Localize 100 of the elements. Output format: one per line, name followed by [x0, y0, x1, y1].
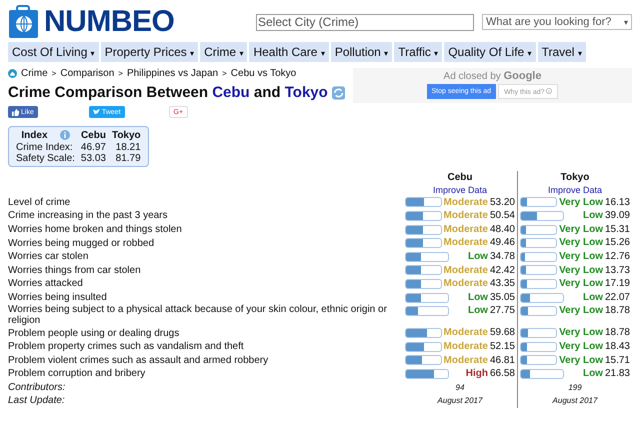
- row-label: Problem people using or dealing drugs: [8, 328, 180, 339]
- score-value: 48.40: [490, 222, 515, 236]
- nav-menu-item[interactable]: Traffic ▾: [394, 42, 442, 62]
- city-search-field[interactable]: Select City (Crime): [256, 14, 474, 30]
- score-value: 66.58: [490, 367, 515, 381]
- score-value: 42.42: [490, 264, 515, 278]
- column-header: Tokyo: [112, 130, 141, 141]
- score-bar: [520, 197, 558, 208]
- score-value: 17.19: [604, 277, 630, 291]
- score-value: 34.78: [490, 250, 515, 264]
- nav-menu-item[interactable]: Health Care ▾: [249, 42, 329, 62]
- table-cell-text: Safety Scale:: [15, 153, 76, 164]
- suitcase-globe-icon: [8, 5, 40, 39]
- row-label: Worries being mugged or robbed: [8, 238, 156, 249]
- score-bar: [405, 328, 442, 338]
- lookup-dropdown[interactable]: What are you looking for? ▾: [482, 14, 632, 30]
- home-icon[interactable]: [8, 69, 17, 78]
- score-value: 46.81: [490, 354, 515, 368]
- score-bar: [520, 328, 558, 338]
- column-header: Index: [21, 130, 48, 141]
- rating-label: Very Low: [559, 354, 603, 368]
- rating-label: Very Low: [559, 222, 603, 236]
- rating-label: Moderate: [444, 326, 488, 340]
- nav-menu-item[interactable]: Pollution ▾: [330, 42, 392, 62]
- footer-value: August 2017: [436, 395, 484, 408]
- nav-menu-item[interactable]: Cost Of Living ▾: [8, 42, 99, 62]
- score-value: 15.71: [604, 354, 630, 368]
- score-value: 18.78: [604, 326, 630, 340]
- rating-label: Low: [582, 209, 603, 223]
- score-value: 18.43: [604, 340, 630, 354]
- score-value: 12.76: [604, 250, 630, 264]
- score-bar: [520, 252, 558, 262]
- score-bar: [520, 224, 558, 235]
- page-title: Crime Comparison Between Cebu and Tokyo: [8, 84, 328, 101]
- info-icon: [546, 88, 552, 94]
- rating-label: Low: [582, 290, 603, 304]
- footer-value: 199: [567, 382, 583, 394]
- score-bar: [405, 238, 442, 248]
- breadcrumb-link[interactable]: Cebu vs Tokyo: [230, 68, 296, 79]
- refresh-icon[interactable]: [332, 86, 345, 100]
- score-bar: [405, 197, 442, 208]
- score-bar: [520, 210, 564, 221]
- rating-label: Moderate: [444, 196, 488, 210]
- bird-icon: [92, 109, 100, 115]
- rating-label: Moderate: [444, 340, 488, 354]
- breadcrumb-separator: >: [222, 69, 227, 78]
- rating-label: Very Low: [559, 264, 603, 278]
- footer-label: Contributors:: [8, 380, 66, 394]
- rating-label: Low: [468, 290, 488, 304]
- table-cell-text: Crime Index:: [15, 142, 74, 153]
- score-bar: [405, 306, 449, 316]
- improve-data-link[interactable]: Improve Data: [432, 184, 488, 196]
- logo-wordmark[interactable]: NUMBEO: [44, 5, 174, 39]
- score-bar: [520, 355, 558, 366]
- info-icon[interactable]: [60, 130, 70, 140]
- score-value: 52.15: [490, 340, 515, 354]
- footer-value: August 2017: [551, 395, 599, 408]
- score-value: 13.73: [604, 264, 630, 278]
- score-value: 35.05: [490, 290, 515, 304]
- row-label: Worries attacked: [8, 278, 84, 290]
- rating-label: Moderate: [444, 209, 488, 223]
- row-label: Problem corruption and bribery: [8, 368, 146, 380]
- rating-label: Very Low: [559, 196, 603, 210]
- breadcrumb-link[interactable]: Crime: [21, 68, 48, 79]
- score-bar: [405, 210, 442, 221]
- score-value: 15.31: [604, 222, 630, 236]
- score-bar: [405, 292, 449, 303]
- score-value: 27.75: [490, 304, 515, 318]
- row-label: Worries being subject to a physical attack because of your skin colour, ethnic origin or religion: [8, 304, 388, 326]
- score-value: 21.83: [604, 367, 630, 381]
- nav-menu-item[interactable]: Travel ▾: [538, 42, 586, 62]
- column-header: Cebu: [80, 130, 106, 141]
- rating-label: Very Low: [559, 340, 603, 354]
- score-value: 15.26: [604, 236, 630, 250]
- table-cell-text: 53.03: [80, 153, 107, 164]
- rating-label: Very Low: [559, 250, 603, 264]
- nav-menu-item[interactable]: Property Prices ▾: [100, 42, 198, 62]
- score-bar: [520, 342, 558, 352]
- row-label: Level of crime: [8, 196, 72, 208]
- rating-label: Very Low: [559, 304, 603, 318]
- breadcrumb-link[interactable]: Comparison: [60, 68, 114, 79]
- score-bar: [520, 368, 564, 379]
- row-label: Problem violent crimes such as assault and armed robbery: [8, 354, 270, 366]
- city-header: Cebu: [448, 171, 472, 185]
- nav-menu-item[interactable]: Crime ▾: [200, 42, 248, 62]
- breadcrumb-link[interactable]: Philippines vs Japan: [126, 68, 218, 79]
- score-value: 39.09: [604, 209, 630, 223]
- score-value: 59.68: [490, 326, 515, 340]
- rating-label: Low: [468, 250, 488, 264]
- footer-value: 94: [454, 382, 466, 394]
- score-bar: [405, 355, 442, 366]
- score-bar: [405, 368, 449, 379]
- score-bar: [405, 342, 442, 352]
- rating-label: Moderate: [444, 222, 488, 236]
- rating-label: Moderate: [444, 236, 488, 250]
- improve-data-link[interactable]: Improve Data: [548, 184, 602, 196]
- table-cell-text: 18.21: [114, 142, 142, 153]
- score-value: 18.78: [604, 304, 630, 318]
- row-label: Worries car stolen: [8, 251, 90, 262]
- nav-menu-item[interactable]: Quality Of Life ▾: [444, 42, 536, 62]
